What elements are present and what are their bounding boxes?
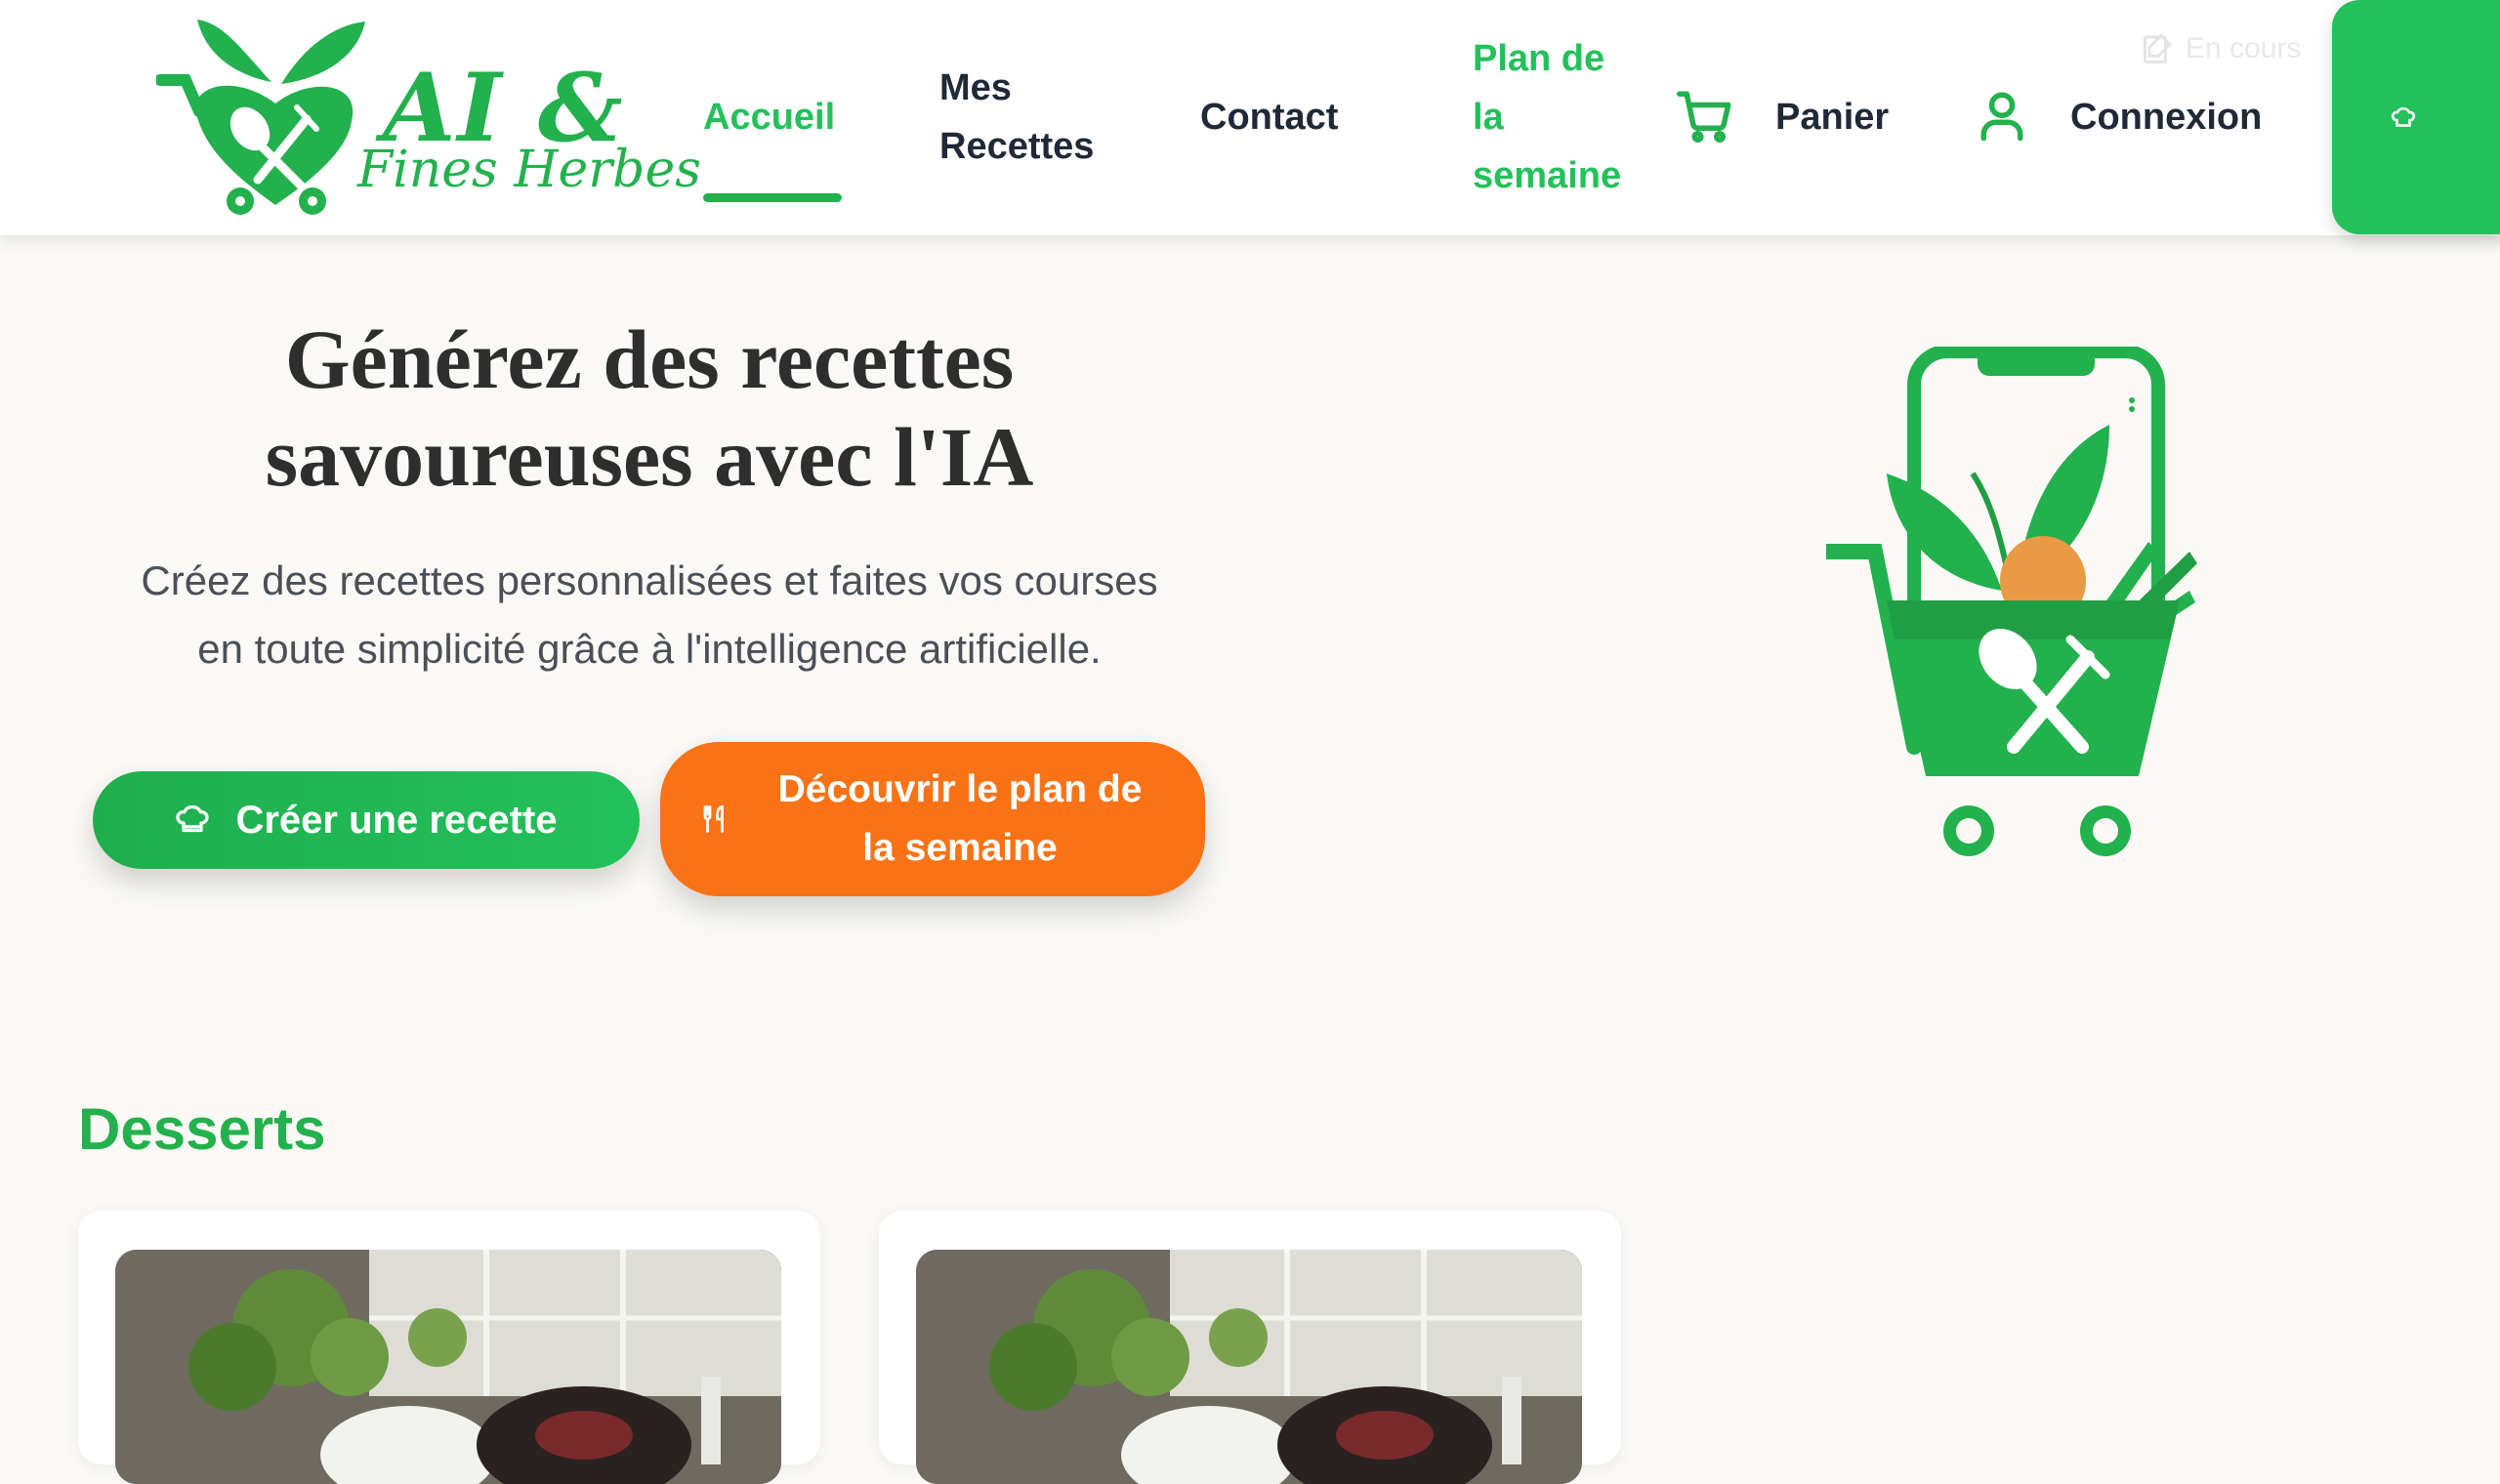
button-label-line: la semaine (862, 827, 1058, 869)
user-icon (1980, 92, 2023, 142)
phone-cart-illustration (1826, 347, 2197, 856)
hero-title-line: Générez des recettes (284, 312, 1015, 406)
nav-panier-label: Panier (1775, 97, 1890, 138)
nav-plan-semaine[interactable]: Plan de la semaine (1473, 29, 1621, 205)
nav-contact[interactable]: Contact (1200, 88, 1338, 146)
recipe-card-image (916, 1250, 1582, 1484)
header-create-recipe-button[interactable]: C u rec (2332, 0, 2500, 234)
brand-name-line2: Fines Herbes (357, 141, 701, 199)
nav-label-line: Plan de (1473, 38, 1605, 79)
chef-hat-icon (2391, 106, 2416, 127)
edit-icon (2144, 33, 2173, 63)
header-cta-label: C u rec (2449, 29, 2500, 205)
create-recipe-label: Créer une recette (235, 798, 558, 842)
nav-label-line: Recettes (939, 126, 1095, 167)
hero-subtitle-line: Créez des recettes personnalisées et fai… (141, 557, 1158, 603)
nav-accueil[interactable]: Accueil (703, 88, 835, 146)
nav-label-line: semaine (1473, 155, 1622, 196)
hero-subtitle-line: en toute simplicité grâce à l'intelligen… (197, 626, 1102, 672)
create-recipe-button[interactable]: Créer une recette (93, 771, 640, 869)
brand-logo[interactable]: AI & Fines Herbes (156, 14, 701, 224)
draft-status: En cours (2141, 29, 2301, 68)
utensils-icon (703, 805, 724, 833)
button-label-line: Découvrir le plan de (777, 768, 1143, 810)
discover-week-plan-label: Découvrir le plan de la semaine (755, 761, 1165, 878)
cta-label-line: C (2449, 29, 2500, 88)
site-header: AI & Fines Herbes Accueil Mes Recettes C… (0, 0, 2500, 235)
hero-title-line: savoureuses avec l'IA (265, 410, 1034, 504)
section-title-desserts: Desserts (78, 1096, 326, 1162)
recipe-card-image (115, 1250, 781, 1484)
kitchen-herbs-photo (115, 1250, 781, 1484)
discover-week-plan-button[interactable]: Découvrir le plan de la semaine (660, 742, 1205, 896)
cta-label-line: u (2449, 88, 2500, 146)
nav-mes-recettes[interactable]: Mes Recettes (939, 59, 1094, 176)
cart-icon (1677, 91, 1731, 144)
nav-label-line: la (1473, 97, 1504, 138)
nav-label-line: Mes (939, 67, 1012, 108)
recipe-card[interactable] (78, 1211, 820, 1484)
logo-cart-icon (156, 20, 365, 215)
recipe-card[interactable] (879, 1211, 1621, 1484)
cta-label-line: rec (2449, 146, 2500, 205)
nav-connexion-label: Connexion (2070, 97, 2263, 138)
hero-subtitle: Créez des recettes personnalisées et fai… (59, 547, 1240, 683)
kitchen-herbs-photo (916, 1250, 1582, 1484)
hero-title: Générez des recettes savoureuses avec l'… (88, 310, 1211, 506)
chef-hat-icon (176, 804, 210, 833)
nav-active-indicator (703, 193, 842, 202)
draft-status-label: En cours (2186, 32, 2302, 64)
